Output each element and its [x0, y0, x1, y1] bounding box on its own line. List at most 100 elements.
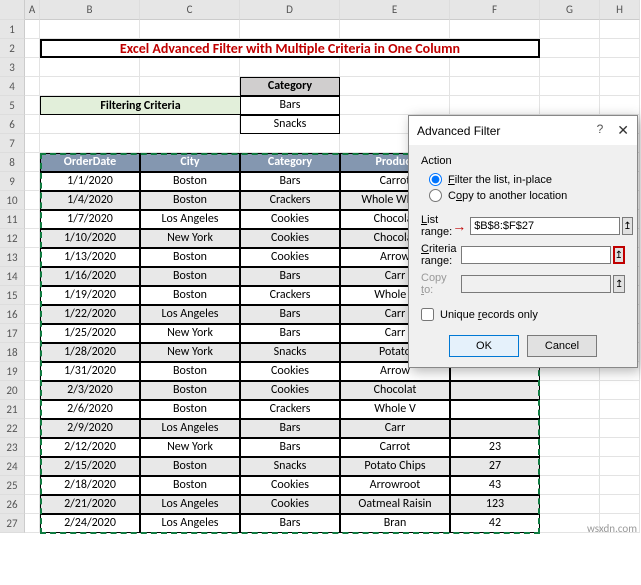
row-header[interactable]: 16 — [0, 305, 25, 324]
row-header[interactable]: 7 — [0, 134, 25, 153]
table-header: City — [140, 153, 240, 172]
cancel-button[interactable]: Cancel — [527, 335, 597, 357]
table-cell: Boston — [140, 362, 240, 381]
table-cell: 2/21/2020 — [40, 495, 140, 514]
row-header[interactable]: 25 — [0, 476, 25, 495]
col-header[interactable]: F — [450, 0, 540, 20]
row-header[interactable]: 19 — [0, 362, 25, 381]
table-cell: 1/1/2020 — [40, 172, 140, 191]
ok-button[interactable]: OK — [449, 335, 519, 357]
table-cell: 1/31/2020 — [40, 362, 140, 381]
col-header[interactable]: A — [25, 0, 40, 20]
list-range-input[interactable] — [470, 217, 620, 235]
table-cell: Boston — [140, 381, 240, 400]
dialog-title: Advanced Filter — [417, 124, 500, 138]
table-row: 2/12/2020New YorkBarsCarrot23 — [25, 438, 640, 457]
col-header[interactable]: H — [600, 0, 640, 20]
criteria-range-input[interactable] — [461, 246, 611, 264]
table-cell: Cookies — [240, 210, 340, 229]
col-header[interactable]: C — [140, 0, 240, 20]
table-cell: Boston — [140, 476, 240, 495]
row-header[interactable]: 15 — [0, 286, 25, 305]
row-headers: for(let i=1;i<=27;i++)document.write('<d… — [0, 0, 25, 533]
table-cell: Bars — [240, 267, 340, 286]
criteria-value: Bars — [240, 96, 340, 115]
row-header[interactable]: 4 — [0, 77, 25, 96]
arrow-icon: → — [452, 218, 466, 234]
filter-inplace-radio[interactable]: Filter the list, in-place — [429, 173, 625, 186]
table-cell: 2/24/2020 — [40, 514, 140, 533]
table-cell: 1/10/2020 — [40, 229, 140, 248]
row-header[interactable]: 5 — [0, 96, 25, 115]
table-cell: Cookies — [240, 248, 340, 267]
row-header[interactable]: 11 — [0, 210, 25, 229]
criteria-range-collapse-icon[interactable]: ↥ — [613, 246, 625, 264]
row-header[interactable]: 14 — [0, 267, 25, 286]
select-all-corner[interactable] — [0, 0, 25, 20]
row-header[interactable]: 22 — [0, 419, 25, 438]
table-cell: Bran — [340, 514, 450, 533]
table-cell: Boston — [140, 267, 240, 286]
copy-to-input — [461, 275, 611, 293]
row-header[interactable]: 6 — [0, 115, 25, 134]
row-header[interactable]: 27 — [0, 514, 25, 533]
action-label: Action — [421, 155, 625, 167]
table-cell: Los Angeles — [140, 305, 240, 324]
watermark: wsxdn.com — [587, 522, 637, 535]
table-cell: Boston — [140, 400, 240, 419]
table-cell: 1/7/2020 — [40, 210, 140, 229]
table-cell: Potato Chips — [340, 457, 450, 476]
table-cell: Cookies — [240, 495, 340, 514]
row-header[interactable]: 12 — [0, 229, 25, 248]
row-header[interactable]: 9 — [0, 172, 25, 191]
row-header[interactable]: 10 — [0, 191, 25, 210]
table-cell: 1/4/2020 — [40, 191, 140, 210]
table-cell: Crackers — [240, 286, 340, 305]
row-header[interactable]: 17 — [0, 324, 25, 343]
table-cell: Bars — [240, 514, 340, 533]
list-range-collapse-icon[interactable]: ↥ — [622, 217, 632, 235]
table-cell: 1/25/2020 — [40, 324, 140, 343]
col-header[interactable]: G — [540, 0, 600, 20]
table-cell: Boston — [140, 248, 240, 267]
copy-to-collapse-icon[interactable]: ↥ — [613, 275, 625, 293]
row-header[interactable]: 21 — [0, 400, 25, 419]
col-header[interactable]: B — [40, 0, 140, 20]
row-header[interactable]: 2 — [0, 39, 25, 58]
table-cell: Los Angeles — [140, 210, 240, 229]
row-header[interactable]: 8 — [0, 153, 25, 172]
row-header[interactable]: 1 — [0, 20, 25, 39]
criteria-value: Snacks — [240, 115, 340, 134]
table-cell: Snacks — [240, 457, 340, 476]
col-header[interactable]: D — [240, 0, 340, 20]
col-header[interactable]: E — [340, 0, 450, 20]
row-header[interactable]: 18 — [0, 343, 25, 362]
help-icon[interactable]: ? — [597, 122, 604, 139]
row-header[interactable]: 3 — [0, 58, 25, 77]
table-cell: Cookies — [240, 229, 340, 248]
table-cell: 2/9/2020 — [40, 419, 140, 438]
row-header[interactable]: 24 — [0, 457, 25, 476]
table-cell: 2/3/2020 — [40, 381, 140, 400]
row-header[interactable]: 20 — [0, 381, 25, 400]
table-cell: 1/13/2020 — [40, 248, 140, 267]
table-row: 2/9/2020Los AngelesBarsCarr — [25, 419, 640, 438]
page-title: Excel Advanced Filter with Multiple Crit… — [40, 39, 540, 58]
table-cell: Bars — [240, 419, 340, 438]
table-row: 2/18/2020BostonCookiesArrowroot43 — [25, 476, 640, 495]
close-icon[interactable]: ✕ — [617, 122, 629, 139]
unique-records-checkbox[interactable]: Unique records only — [421, 308, 625, 321]
row-header[interactable]: 23 — [0, 438, 25, 457]
table-cell: Carr — [340, 419, 450, 438]
row-header[interactable]: 26 — [0, 495, 25, 514]
table-cell: 1/22/2020 — [40, 305, 140, 324]
table-cell: Snacks — [240, 343, 340, 362]
copy-location-radio[interactable]: Copy to another location — [429, 189, 625, 202]
row-header[interactable]: 13 — [0, 248, 25, 267]
table-cell — [450, 400, 540, 419]
table-cell: Bars — [240, 438, 340, 457]
table-cell: Bars — [240, 324, 340, 343]
table-cell: Boston — [140, 191, 240, 210]
table-row: 2/3/2020BostonCookiesChocolat — [25, 381, 640, 400]
table-cell: Boston — [140, 286, 240, 305]
